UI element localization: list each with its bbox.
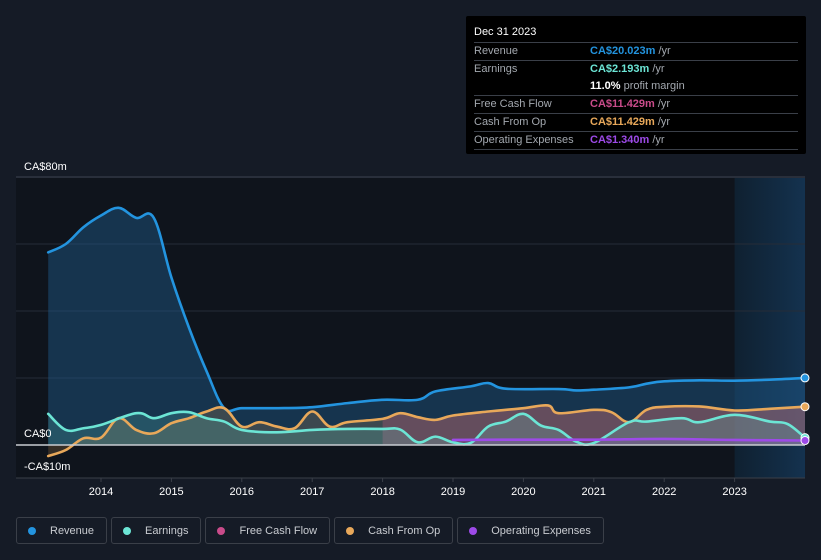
tooltip-unit: /yr	[652, 134, 665, 146]
tooltip-value: CA$11.429m	[590, 116, 655, 128]
profit-margin-value: 11.0%	[590, 80, 621, 92]
tooltip-label: Earnings	[474, 63, 518, 75]
tooltip-label: Revenue	[474, 45, 519, 57]
legend-dot-icon	[217, 526, 226, 535]
legend-label: Cash From Op	[368, 524, 441, 537]
tooltip-row-cfo: Cash From Op CA$11.429m /yr	[474, 114, 798, 132]
operating-expenses-line	[451, 437, 807, 442]
legend-item-cash-from-op[interactable]: Cash From Op	[334, 517, 454, 544]
tooltip-label: Free Cash Flow	[474, 98, 552, 110]
x-tick-label: 2016	[230, 486, 254, 498]
legend-label: Free Cash Flow	[239, 524, 318, 537]
x-tick-label: 2022	[652, 486, 676, 498]
legend-dot-icon	[469, 526, 478, 535]
x-tick-label: 2019	[441, 486, 465, 498]
operating-expenses-endpoint	[800, 436, 810, 446]
x-tick-label: 2023	[722, 486, 746, 498]
x-tick-label: 2020	[511, 486, 535, 498]
tooltip-date: Dec 31 2023	[474, 24, 798, 43]
legend-dot-icon	[123, 526, 132, 535]
legend-label: Operating Expenses	[491, 524, 591, 537]
legend-item-operating-expenses[interactable]: Operating Expenses	[457, 517, 604, 544]
x-tick-label: 2017	[300, 486, 324, 498]
x-tick-label: 2021	[582, 486, 606, 498]
legend-dot-icon	[28, 526, 36, 535]
y-label-zero: CA$0	[24, 428, 52, 440]
tooltip-label: Operating Expenses	[474, 134, 574, 146]
x-tick-label: 2015	[159, 486, 183, 498]
tooltip-unit: /yr	[652, 63, 665, 75]
tooltip-row-margin: 11.0% profit margin	[474, 78, 798, 96]
tooltip-unit: /yr	[657, 98, 671, 110]
x-tick-label: 2014	[89, 486, 113, 498]
tooltip-row-fcf: Free Cash Flow CA$11.429m /yr	[474, 96, 798, 114]
tooltip-row-opex: Operating Expenses CA$1.340m /yr	[474, 132, 798, 150]
profit-margin-label: profit margin	[623, 80, 685, 92]
tooltip-label	[474, 78, 590, 95]
legend-item-earnings[interactable]: Earnings	[111, 517, 202, 544]
tooltip-row-revenue: Revenue CA$20.023m /yr	[474, 43, 798, 61]
x-tick-label: 2018	[370, 486, 394, 498]
legend-item-revenue[interactable]: Revenue	[16, 517, 108, 544]
legend-dot-icon	[346, 526, 355, 535]
tooltip-unit: /yr	[657, 116, 671, 128]
y-label-bottom: -CA$10m	[24, 461, 70, 473]
tooltip-value: CA$1.340m	[590, 134, 650, 146]
legend-label: Revenue	[50, 524, 95, 537]
tooltip-unit: /yr	[658, 45, 671, 57]
tooltip: Dec 31 2023 Revenue CA$20.023m /yr Earni…	[466, 16, 806, 154]
cash-from-op-endpoint	[800, 402, 810, 412]
tooltip-value: CA$20.023m	[590, 45, 656, 57]
revenue-endpoint	[800, 373, 810, 383]
legend-label: Earnings	[145, 524, 189, 537]
legend-item-free-cash-flow[interactable]: Free Cash Flow	[205, 517, 331, 544]
tooltip-value: CA$2.193m	[590, 63, 650, 75]
tooltip-label: Cash From Op	[474, 116, 547, 128]
y-label-top: CA$80m	[24, 161, 67, 173]
tooltip-value: CA$11.429m	[590, 98, 655, 110]
tooltip-row-earnings: Earnings CA$2.193m /yr	[474, 61, 798, 78]
legend: Revenue Earnings Free Cash Flow Cash Fro…	[16, 517, 604, 544]
